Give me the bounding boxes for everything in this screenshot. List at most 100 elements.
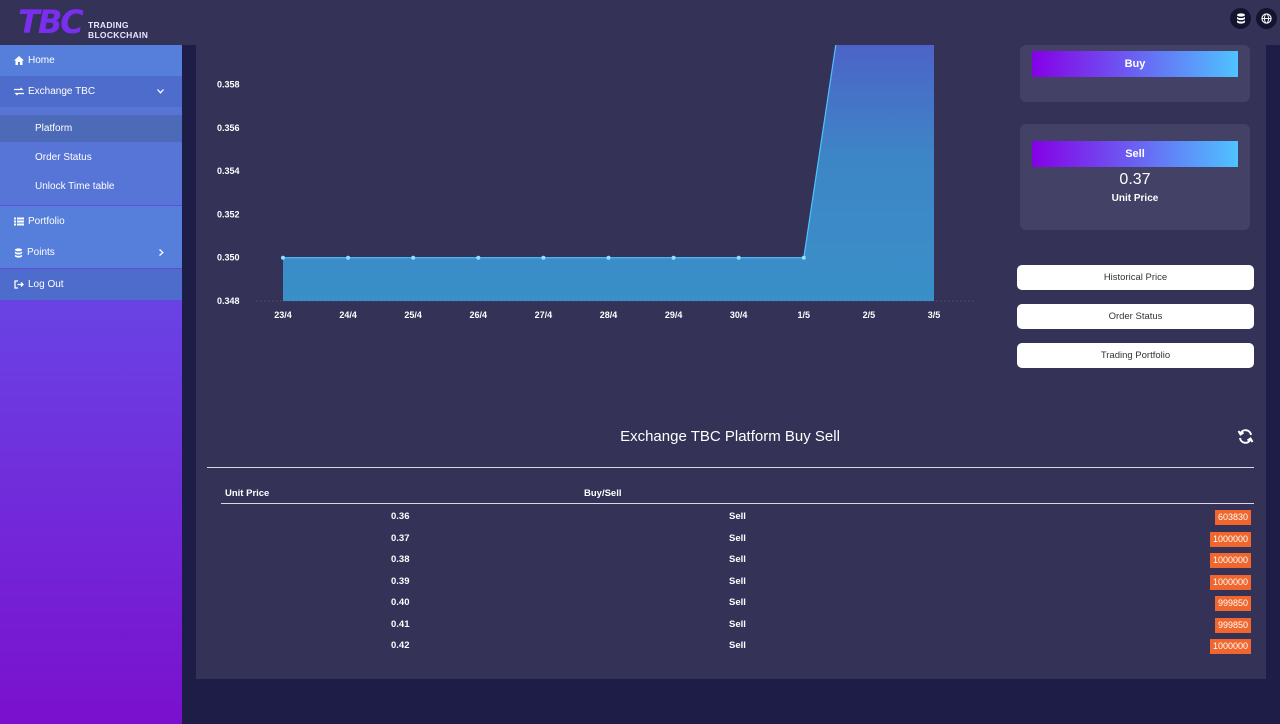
sidebar-item-unlock-time-table[interactable]: Unlock Time table (0, 173, 182, 200)
sidebar-item-home[interactable]: Home (0, 45, 182, 76)
globe-icon[interactable] (1256, 8, 1277, 29)
cell-buy-sell: Sell (729, 640, 746, 651)
cell-unit-price: 0.37 (391, 532, 410, 544)
cell-buy-sell: Sell (729, 575, 746, 587)
table-row[interactable]: 0.39 Sell 1000000 (221, 572, 1254, 593)
price-point[interactable] (476, 255, 481, 260)
order-status-button[interactable]: Order Status (1017, 304, 1254, 329)
brand-logo[interactable]: TBC TRADING BLOCKCHAIN (18, 0, 158, 42)
sidebar-item-label: Portfolio (28, 216, 65, 227)
exchange-icon (14, 87, 24, 96)
table-row[interactable]: 0.37 Sell 1000000 (221, 529, 1254, 550)
sidebar-item-logout[interactable]: Log Out (0, 269, 182, 300)
logo-mark: TBC (18, 3, 84, 41)
cell-buy-sell: Sell (729, 597, 746, 608)
table-row[interactable]: 0.40 Sell 999850 (221, 593, 1254, 614)
x-tick-label: 23/4 (274, 310, 292, 320)
sidebar-item-label: Log Out (28, 279, 64, 290)
logo-text: TRADING BLOCKCHAIN (88, 20, 149, 40)
sidebar-item-points[interactable]: Points (0, 237, 182, 268)
price-chart: 0.3480.3500.3520.3540.3560.358 23/4 24/4 2… (217, 45, 974, 320)
table-row[interactable]: 0.38 Sell 1000000 (221, 550, 1254, 571)
quantity-badge: 999850 (1214, 617, 1251, 633)
x-tick-label: 3/5 (928, 310, 941, 320)
price-point[interactable] (281, 255, 285, 260)
section-divider (207, 467, 1254, 468)
cell-buy-sell: Sell (729, 618, 746, 630)
database-icon (14, 247, 23, 258)
historical-price-button[interactable]: Historical Price (1017, 265, 1254, 290)
trading-portfolio-button[interactable]: Trading Portfolio (1017, 343, 1254, 368)
quantity-badge: 603830 (1214, 510, 1251, 525)
y-tick-label: 0.356 (217, 123, 240, 133)
price-point[interactable] (671, 255, 676, 260)
cell-unit-price: 0.40 (391, 597, 410, 608)
x-tick-label: 1/5 (798, 310, 811, 320)
sidebar: Home Exchange TBC Platform Order Status … (0, 45, 182, 724)
x-tick-label: 26/4 (470, 310, 488, 320)
y-tick-label: 0.354 (217, 166, 240, 176)
price-point[interactable] (541, 255, 546, 260)
y-tick-label: 0.358 (217, 80, 240, 90)
home-icon (14, 56, 24, 65)
quantity-badge: 1000000 (1209, 574, 1251, 590)
refresh-icon[interactable] (1237, 428, 1254, 450)
header-unit-price: Unit Price (225, 488, 270, 499)
y-axis-ticks: 0.348 0.350 0.352 0.354 0.356 0.358 (217, 80, 240, 307)
price-point[interactable] (411, 255, 416, 260)
cell-buy-sell: Sell (729, 554, 746, 565)
sell-button[interactable]: Sell (1032, 141, 1238, 167)
price-point[interactable] (606, 255, 611, 260)
cell-unit-price: 0.42 (391, 640, 410, 651)
exchange-submenu: Platform Order Status Unlock Time table (0, 107, 182, 205)
x-tick-label: 28/4 (600, 310, 618, 320)
price-point[interactable] (801, 255, 806, 260)
list-icon (14, 217, 24, 226)
x-tick-label: 25/4 (404, 310, 422, 320)
cell-buy-sell: Sell (729, 532, 746, 544)
sidebar-item-platform[interactable]: Platform (0, 115, 182, 142)
x-axis-ticks: 23/4 24/4 25/4 26/4 27/4 28/4 29/4 30/4 1/5 2/5 3/… (274, 310, 940, 320)
price-point[interactable] (346, 255, 351, 260)
sidebar-item-label: Points (27, 247, 55, 258)
top-header: TBC TRADING BLOCKCHAIN (0, 0, 1280, 45)
x-tick-label: 29/4 (665, 310, 683, 320)
unit-price-label: Unit Price (1111, 193, 1159, 204)
cell-unit-price: 0.39 (391, 575, 410, 587)
chevron-down-icon (157, 89, 164, 94)
y-tick-label: 0.348 (217, 296, 240, 306)
unit-price-value: 0.37 (1119, 171, 1151, 188)
table-row[interactable]: 0.41 Sell 999850 (221, 615, 1254, 636)
quantity-badge: 999850 (1214, 596, 1251, 611)
price-area (283, 45, 934, 301)
sign-out-icon (14, 280, 24, 289)
y-tick-label: 0.350 (217, 253, 240, 263)
book-title: Exchange TBC Platform Buy Sell (620, 428, 840, 445)
table-row[interactable]: 0.42 Sell 1000000 (221, 636, 1254, 657)
cell-unit-price: 0.41 (391, 618, 410, 630)
quantity-badge: 1000000 (1209, 553, 1251, 568)
sidebar-item-portfolio[interactable]: Portfolio (0, 206, 182, 237)
x-tick-label: 30/4 (730, 310, 748, 320)
header-divider (221, 503, 1254, 504)
cell-buy-sell: Sell (729, 511, 746, 522)
x-tick-label: 24/4 (339, 310, 357, 320)
header-buy-sell: Buy/Sell (584, 488, 622, 499)
quantity-badge: 1000000 (1209, 531, 1251, 547)
cell-unit-price: 0.38 (391, 554, 410, 565)
x-tick-label: 2/5 (863, 310, 876, 320)
sidebar-item-exchange[interactable]: Exchange TBC (0, 76, 182, 107)
sidebar-item-label: Home (28, 55, 55, 66)
y-tick-label: 0.352 (217, 209, 240, 219)
chevron-right-icon (159, 249, 164, 256)
x-tick-label: 27/4 (535, 310, 553, 320)
sell-card: Sell 0.37 Unit Price (1020, 124, 1250, 230)
database-icon[interactable] (1230, 8, 1251, 29)
table-row[interactable]: 0.36 Sell 603830 (221, 507, 1254, 528)
price-point[interactable] (736, 255, 741, 260)
sidebar-item-label: Exchange TBC (28, 86, 96, 97)
cell-unit-price: 0.36 (391, 511, 410, 522)
quantity-badge: 1000000 (1209, 639, 1251, 654)
buy-button[interactable]: Buy (1032, 51, 1238, 77)
sidebar-item-order-status[interactable]: Order Status (0, 144, 182, 171)
